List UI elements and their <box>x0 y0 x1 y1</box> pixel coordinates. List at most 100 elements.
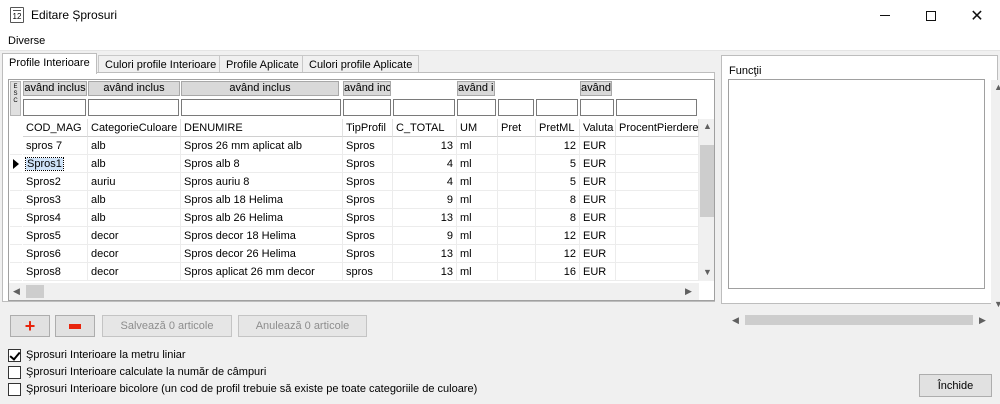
checkbox[interactable] <box>8 382 21 396</box>
table-cell[interactable]: alb <box>88 155 181 173</box>
functions-vertical-scrollbar[interactable]: ▲ ▼ <box>991 80 1000 312</box>
row-indicator[interactable] <box>10 245 22 263</box>
scroll-down-icon[interactable]: ▼ <box>703 267 712 277</box>
tab-profile-aplicate[interactable]: Profile Aplicate <box>219 55 306 73</box>
option-metru-liniar[interactable]: Şprosuri Interioare la metru liniar <box>8 348 186 362</box>
table-cell[interactable] <box>498 227 536 245</box>
table-cell[interactable]: Spros <box>343 173 393 191</box>
table-cell[interactable]: alb <box>88 209 181 227</box>
column-header[interactable]: ProcentPierdere <box>616 119 699 137</box>
table-cell[interactable] <box>616 227 699 245</box>
table-cell[interactable]: 4 <box>393 173 457 191</box>
table-cell[interactable]: Spros alb 26 Helima <box>181 209 343 227</box>
table-cell[interactable]: EUR <box>580 155 616 173</box>
table-cell[interactable]: 4 <box>393 155 457 173</box>
profiles-grid[interactable]: E S C având inclus având inclus având incl… <box>8 79 715 301</box>
table-cell[interactable]: ml <box>457 209 498 227</box>
table-cell[interactable]: Spros6 <box>23 245 88 263</box>
tab-profile-interioare[interactable]: Profile Interioare <box>2 53 97 74</box>
table-cell[interactable]: ml <box>457 155 498 173</box>
scroll-right-icon[interactable]: ▶ <box>685 286 692 296</box>
table-cell[interactable]: Spros <box>343 191 393 209</box>
scroll-up-icon[interactable]: ▲ <box>994 82 1000 92</box>
filter-input[interactable] <box>393 99 455 116</box>
column-header[interactable]: CategorieCuloare <box>88 119 181 137</box>
column-header[interactable]: Pret <box>498 119 536 137</box>
table-cell[interactable]: decor <box>88 263 181 281</box>
close-window-button[interactable]: ✕ <box>954 0 1000 31</box>
table-cell[interactable]: EUR <box>580 137 616 155</box>
row-indicator[interactable] <box>10 263 22 281</box>
table-cell[interactable]: Spros <box>343 155 393 173</box>
table-cell[interactable]: alb <box>88 191 181 209</box>
table-cell[interactable] <box>616 245 699 263</box>
table-cell[interactable]: ml <box>457 173 498 191</box>
table-cell[interactable] <box>498 155 536 173</box>
table-cell[interactable]: 16 <box>536 263 580 281</box>
table-cell[interactable]: Spros <box>343 227 393 245</box>
column-header[interactable]: Valuta <box>580 119 616 137</box>
table-cell[interactable]: Spros alb 18 Helima <box>181 191 343 209</box>
table-cell[interactable]: Spros <box>343 245 393 263</box>
filter-input[interactable] <box>23 99 86 116</box>
table-cell[interactable]: EUR <box>580 191 616 209</box>
table-cell[interactable]: Spros1 <box>23 155 88 173</box>
scroll-left-icon[interactable]: ◀ <box>13 286 20 296</box>
minimize-button[interactable] <box>862 0 908 31</box>
row-indicator[interactable] <box>10 209 22 227</box>
table-cell[interactable]: EUR <box>580 173 616 191</box>
table-cell[interactable]: ml <box>457 137 498 155</box>
tab-culori-profile-aplicate[interactable]: Culori profile Aplicate <box>302 55 420 73</box>
table-cell[interactable]: decor <box>88 245 181 263</box>
table-cell[interactable]: Spros3 <box>23 191 88 209</box>
maximize-button[interactable] <box>908 0 954 31</box>
filter-input[interactable] <box>536 99 578 116</box>
table-cell[interactable]: Spros <box>343 137 393 155</box>
filter-input[interactable] <box>181 99 341 116</box>
table-cell[interactable]: decor <box>88 227 181 245</box>
table-cell[interactable]: 12 <box>536 137 580 155</box>
table-cell[interactable] <box>498 245 536 263</box>
table-cell[interactable]: 8 <box>536 191 580 209</box>
table-cell[interactable]: Spros5 <box>23 227 88 245</box>
scroll-thumb[interactable] <box>700 145 714 217</box>
row-indicator[interactable] <box>10 137 22 155</box>
option-numar-campuri[interactable]: Şprosuri Interioare calculate la număr d… <box>8 365 266 379</box>
table-cell[interactable]: ml <box>457 263 498 281</box>
table-cell[interactable]: Spros aplicat 26 mm decor <box>181 263 343 281</box>
save-button[interactable]: Salvează 0 articole <box>102 315 232 337</box>
row-indicator[interactable] <box>10 191 22 209</box>
table-cell[interactable] <box>498 173 536 191</box>
table-cell[interactable]: 12 <box>536 245 580 263</box>
table-cell[interactable]: Spros8 <box>23 263 88 281</box>
checkbox[interactable] <box>8 348 21 362</box>
table-cell[interactable] <box>498 209 536 227</box>
scroll-thumb[interactable] <box>745 315 973 325</box>
column-header[interactable]: PretML <box>536 119 580 137</box>
table-cell[interactable]: 13 <box>393 245 457 263</box>
row-indicator[interactable] <box>10 227 22 245</box>
table-cell[interactable]: Spros <box>343 209 393 227</box>
table-cell[interactable]: 13 <box>393 137 457 155</box>
table-cell[interactable] <box>498 191 536 209</box>
checkbox[interactable] <box>8 365 21 379</box>
scroll-right-icon[interactable]: ▶ <box>979 315 986 325</box>
column-header[interactable]: DENUMIRE <box>181 119 343 137</box>
table-cell[interactable] <box>498 137 536 155</box>
table-cell[interactable]: 5 <box>536 173 580 191</box>
table-cell[interactable]: 12 <box>536 227 580 245</box>
filter-input[interactable] <box>343 99 391 116</box>
table-cell[interactable] <box>616 137 699 155</box>
table-cell[interactable] <box>616 263 699 281</box>
table-cell[interactable] <box>616 209 699 227</box>
filter-input[interactable] <box>457 99 496 116</box>
filter-input[interactable] <box>88 99 179 116</box>
grid-horizontal-scrollbar[interactable]: ◀ ▶ <box>9 283 699 300</box>
table-cell[interactable]: EUR <box>580 227 616 245</box>
close-button[interactable]: Închide <box>919 374 992 397</box>
table-cell[interactable]: spros <box>343 263 393 281</box>
column-header[interactable]: C_TOTAL <box>393 119 457 137</box>
esc-button[interactable]: E S C <box>10 81 21 116</box>
column-header[interactable]: COD_MAG <box>23 119 88 137</box>
option-bicolore[interactable]: Şprosuri Interioare bicolore (un cod de … <box>8 382 477 396</box>
